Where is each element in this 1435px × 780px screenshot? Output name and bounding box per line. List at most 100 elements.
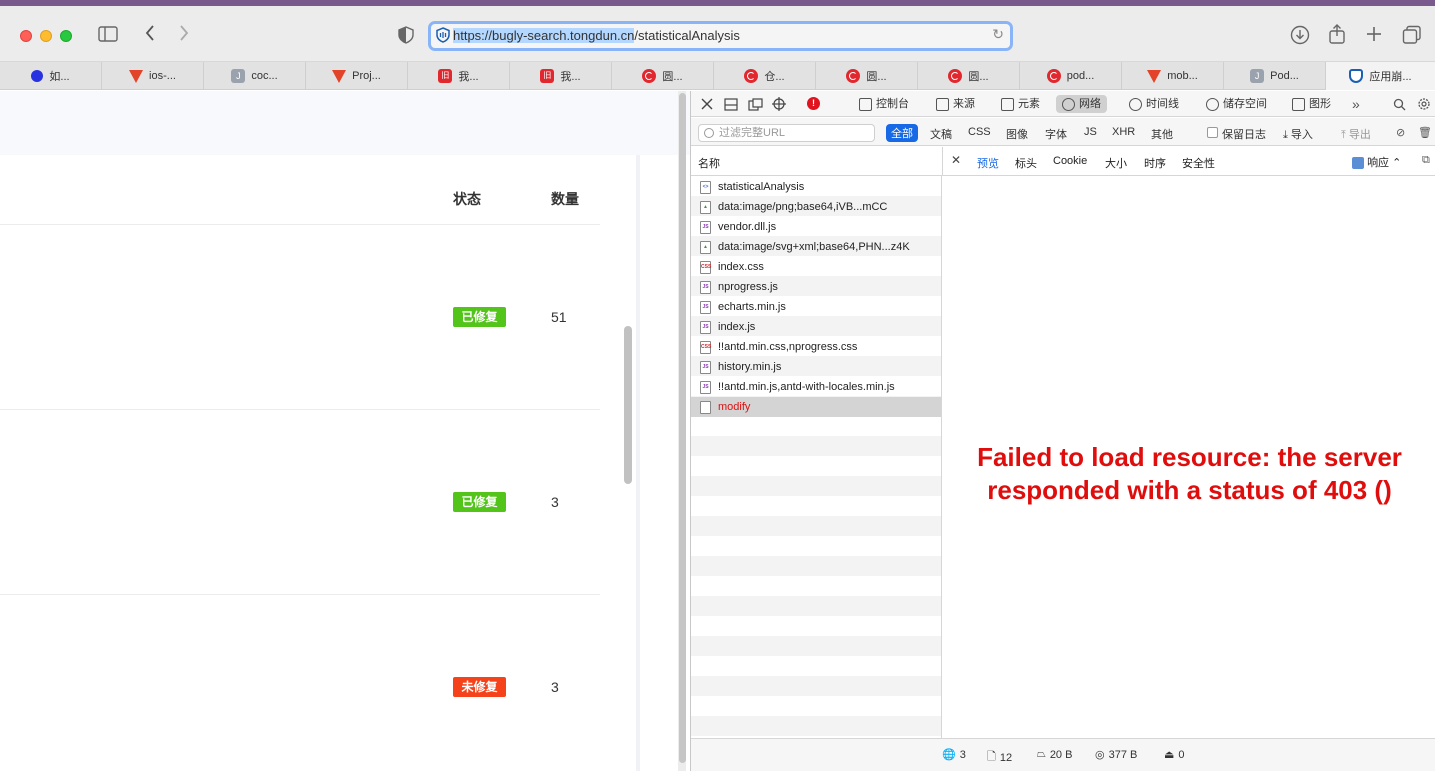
browser-tab[interactable]: J Pod... — [1224, 62, 1326, 90]
detail-tab-preview[interactable]: 预览 — [977, 155, 999, 171]
browser-tab[interactable]: 旧我... — [510, 62, 612, 90]
resource-row[interactable]: <> statisticalAnalysis — [691, 177, 941, 197]
resource-row[interactable]: JS history.min.js — [691, 357, 941, 377]
address-bar[interactable]: https://bugly-search.tongdun.cn/statisti… — [428, 21, 1013, 51]
browser-tab[interactable]: ios-... — [102, 62, 204, 90]
clear-log-trash-icon[interactable]: 🗑 — [1418, 126, 1432, 139]
tab-sources[interactable]: 来源 — [936, 95, 975, 113]
tongdun-icon: 旧 — [540, 69, 555, 83]
resource-row-selected[interactable]: modify — [691, 397, 941, 417]
browser-tab[interactable]: 圆... — [612, 62, 714, 90]
network-filter-bar: 过滤完整URL 全部 文稿 CSS 图像 字体 JS XHR 其他 保留日志 ⤓… — [691, 118, 1435, 146]
share-icon[interactable] — [1328, 24, 1346, 48]
shield-icon — [1349, 69, 1364, 83]
zoom-window-button[interactable] — [60, 30, 72, 42]
tab-console[interactable]: 控制台 — [859, 95, 909, 113]
filter-css-button[interactable]: CSS — [968, 126, 991, 138]
filter-image-button[interactable]: 图像 — [1006, 126, 1028, 142]
detail-tab-timing[interactable]: 时序 — [1144, 155, 1166, 171]
filter-other-button[interactable]: 其他 — [1151, 126, 1173, 142]
status-column-header[interactable]: 状态 — [453, 189, 481, 209]
browser-tab[interactable]: mob... — [1122, 62, 1224, 90]
count-column-header[interactable]: 数量 — [551, 189, 579, 209]
more-tabs-chevron-icon[interactable]: » — [1352, 95, 1360, 113]
page-scrollbar-thumb[interactable] — [624, 326, 632, 484]
table-row[interactable]: 已修复 3 — [0, 410, 600, 595]
tab-label: 我... — [458, 71, 479, 83]
browser-tab[interactable]: 圆... — [918, 62, 1020, 90]
new-tab-icon[interactable] — [1365, 25, 1383, 47]
resources-count: 🗋 12 — [987, 748, 1012, 767]
browser-tab[interactable]: Jcoc... — [204, 62, 306, 90]
preserve-log-checkbox[interactable] — [1207, 127, 1218, 138]
detail-tab-headers[interactable]: 标头 — [1015, 155, 1037, 171]
detail-tab-cookie[interactable]: Cookie — [1053, 155, 1087, 167]
close-window-button[interactable] — [20, 30, 32, 42]
browser-tab-active[interactable]: 应用崩... — [1326, 62, 1435, 90]
css-file-icon: CSS — [700, 261, 711, 274]
privacy-shield-icon[interactable] — [398, 26, 414, 48]
minimize-window-button[interactable] — [40, 30, 52, 42]
detail-tab-size[interactable]: 大小 — [1105, 155, 1127, 171]
tab-timeline[interactable]: 时间线 — [1129, 95, 1179, 113]
browser-tab[interactable]: 圆... — [816, 62, 918, 90]
detail-tab-security[interactable]: 安全性 — [1182, 155, 1215, 171]
browser-tab[interactable]: 旧我... — [408, 62, 510, 90]
resource-row[interactable]: ▲ data:image/png;base64,iVB...mCC — [691, 197, 941, 217]
reload-icon[interactable]: ↻ — [992, 26, 1004, 43]
tab-network-label: 网络 — [1079, 98, 1101, 110]
browser-tab[interactable]: 如... — [0, 62, 102, 90]
resource-row[interactable]: ▲ data:image/svg+xml;base64,PHN...z4K — [691, 237, 941, 257]
filter-xhr-button[interactable]: XHR — [1112, 126, 1135, 138]
browser-tab[interactable]: 仓... — [714, 62, 816, 90]
name-column-header[interactable]: 名称 — [698, 155, 720, 171]
forward-icon[interactable] — [178, 24, 190, 46]
tab-graphics[interactable]: 图形 — [1292, 95, 1331, 113]
table-row[interactable]: 已修复 51 — [0, 225, 600, 410]
resource-row[interactable]: CSS !!antd.min.css,nprogress.css — [691, 337, 941, 357]
resource-row[interactable]: JS vendor.dll.js — [691, 217, 941, 237]
filter-font-button[interactable]: 字体 — [1045, 126, 1067, 142]
dock-bottom-icon[interactable] — [724, 95, 738, 113]
element-picker-icon[interactable] — [772, 95, 786, 113]
copy-icon[interactable]: ⧉ — [1422, 154, 1430, 167]
sidebar-toggle-icon[interactable] — [98, 26, 118, 46]
search-icon[interactable] — [1393, 95, 1406, 113]
tab-elements[interactable]: 元素 — [1001, 95, 1040, 113]
close-inspector-icon[interactable] — [701, 95, 713, 113]
close-detail-icon[interactable]: ✕ — [951, 153, 961, 167]
browser-toolbar: https://bugly-search.tongdun.cn/statisti… — [0, 6, 1435, 62]
filter-js-button[interactable]: JS — [1084, 126, 1097, 138]
inspector-splitter-thumb[interactable] — [679, 93, 686, 763]
resource-row[interactable]: CSS index.css — [691, 257, 941, 277]
resource-row[interactable]: JS !!antd.min.js,antd-with-locales.min.js — [691, 377, 941, 397]
resources-value: 12 — [999, 751, 1013, 764]
response-selector[interactable]: 响应 ⌃ — [1352, 154, 1401, 170]
error-indicator-icon[interactable]: ! — [807, 97, 820, 110]
browser-tab[interactable]: Proj... — [306, 62, 408, 90]
browser-tab[interactable]: pod... — [1020, 62, 1122, 90]
table-row[interactable]: 未修复 3 — [0, 595, 600, 780]
tab-label: 我... — [560, 71, 581, 83]
filter-document-button[interactable]: 文稿 — [930, 126, 952, 142]
tab-overview-icon[interactable] — [1402, 25, 1422, 49]
image-file-icon: ▲ — [700, 241, 711, 254]
export-button[interactable]: ⤒ 导出 — [1341, 126, 1371, 142]
console-icon — [859, 97, 872, 111]
filter-all-button[interactable]: 全部 — [886, 124, 918, 142]
disable-cache-icon[interactable]: ⊘ — [1396, 126, 1405, 139]
detach-window-icon[interactable] — [748, 95, 763, 113]
tab-storage[interactable]: 储存空间 — [1206, 95, 1267, 113]
back-icon[interactable] — [144, 24, 156, 46]
downloads-icon[interactable] — [1290, 25, 1310, 49]
resource-row[interactable]: JS nprogress.js — [691, 277, 941, 297]
settings-gear-icon[interactable] — [1417, 95, 1431, 113]
import-button[interactable]: ⤓ 导入 — [1283, 126, 1313, 142]
tab-network[interactable]: 网络 — [1056, 95, 1107, 113]
resource-row[interactable]: JS echarts.min.js — [691, 297, 941, 317]
export-label: 导出 — [1348, 129, 1371, 141]
resource-name: data:image/png;base64,iVB...mCC — [718, 201, 888, 213]
url-text[interactable]: https://bugly-search.tongdun.cn/statisti… — [453, 28, 740, 43]
filter-url-input[interactable]: 过滤完整URL — [698, 124, 875, 142]
resource-row[interactable]: JS index.js — [691, 317, 941, 337]
